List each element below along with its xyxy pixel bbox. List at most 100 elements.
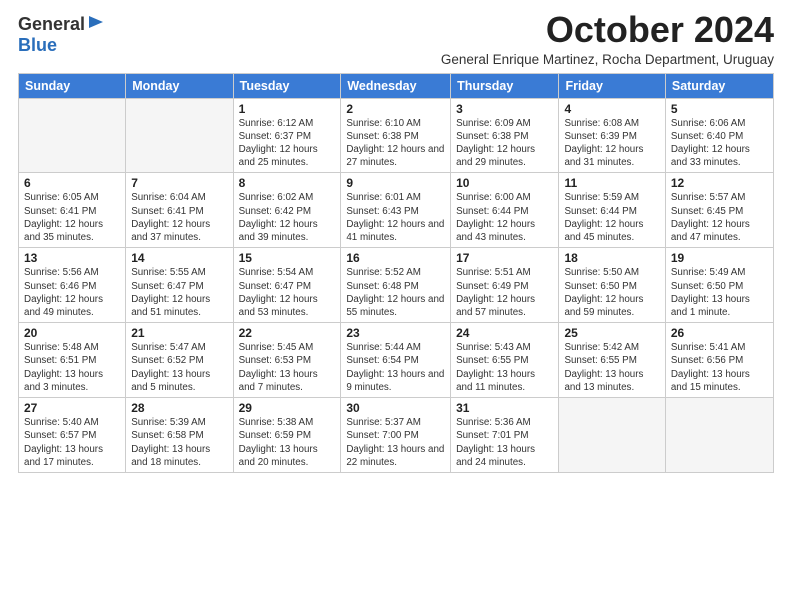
table-row: 20Sunrise: 5:48 AMSunset: 6:51 PMDayligh…: [19, 323, 126, 398]
table-row: 9Sunrise: 6:01 AMSunset: 6:43 PMDaylight…: [341, 173, 451, 248]
day-info: Sunrise: 5:39 AMSunset: 6:58 PMDaylight:…: [131, 416, 227, 469]
day-info: Sunrise: 5:36 AMSunset: 7:01 PMDaylight:…: [456, 416, 553, 469]
day-info: Sunrise: 5:45 AMSunset: 6:53 PMDaylight:…: [239, 341, 336, 394]
day-info: Sunrise: 5:54 AMSunset: 6:47 PMDaylight:…: [239, 266, 336, 319]
table-row: 6Sunrise: 6:05 AMSunset: 6:41 PMDaylight…: [19, 173, 126, 248]
day-number: 20: [24, 326, 120, 340]
day-info: Sunrise: 6:04 AMSunset: 6:41 PMDaylight:…: [131, 191, 227, 244]
table-row: 14Sunrise: 5:55 AMSunset: 6:47 PMDayligh…: [126, 248, 233, 323]
table-row: 30Sunrise: 5:37 AMSunset: 7:00 PMDayligh…: [341, 398, 451, 473]
table-row: [559, 398, 665, 473]
day-info: Sunrise: 6:12 AMSunset: 6:37 PMDaylight:…: [239, 117, 336, 170]
table-row: 28Sunrise: 5:39 AMSunset: 6:58 PMDayligh…: [126, 398, 233, 473]
day-info: Sunrise: 5:48 AMSunset: 6:51 PMDaylight:…: [24, 341, 120, 394]
day-info: Sunrise: 5:55 AMSunset: 6:47 PMDaylight:…: [131, 266, 227, 319]
calendar-table: Sunday Monday Tuesday Wednesday Thursday…: [18, 73, 774, 473]
header: General Blue October 2024 General Enriqu…: [18, 10, 774, 67]
day-info: Sunrise: 6:09 AMSunset: 6:38 PMDaylight:…: [456, 117, 553, 170]
day-number: 10: [456, 176, 553, 190]
table-row: 27Sunrise: 5:40 AMSunset: 6:57 PMDayligh…: [19, 398, 126, 473]
table-row: 17Sunrise: 5:51 AMSunset: 6:49 PMDayligh…: [451, 248, 559, 323]
day-number: 17: [456, 251, 553, 265]
table-row: 12Sunrise: 5:57 AMSunset: 6:45 PMDayligh…: [665, 173, 773, 248]
day-info: Sunrise: 6:01 AMSunset: 6:43 PMDaylight:…: [346, 191, 445, 244]
day-number: 27: [24, 401, 120, 415]
day-info: Sunrise: 5:37 AMSunset: 7:00 PMDaylight:…: [346, 416, 445, 469]
table-row: 4Sunrise: 6:08 AMSunset: 6:39 PMDaylight…: [559, 98, 665, 173]
table-row: 10Sunrise: 6:00 AMSunset: 6:44 PMDayligh…: [451, 173, 559, 248]
table-row: 1Sunrise: 6:12 AMSunset: 6:37 PMDaylight…: [233, 98, 341, 173]
day-info: Sunrise: 5:57 AMSunset: 6:45 PMDaylight:…: [671, 191, 768, 244]
day-info: Sunrise: 6:00 AMSunset: 6:44 PMDaylight:…: [456, 191, 553, 244]
day-number: 5: [671, 102, 768, 116]
day-number: 15: [239, 251, 336, 265]
day-number: 3: [456, 102, 553, 116]
table-row: 23Sunrise: 5:44 AMSunset: 6:54 PMDayligh…: [341, 323, 451, 398]
calendar-header-row: Sunday Monday Tuesday Wednesday Thursday…: [19, 73, 774, 98]
table-row: 31Sunrise: 5:36 AMSunset: 7:01 PMDayligh…: [451, 398, 559, 473]
day-number: 19: [671, 251, 768, 265]
table-row: 15Sunrise: 5:54 AMSunset: 6:47 PMDayligh…: [233, 248, 341, 323]
calendar-week-row: 27Sunrise: 5:40 AMSunset: 6:57 PMDayligh…: [19, 398, 774, 473]
day-number: 18: [564, 251, 659, 265]
day-info: Sunrise: 5:43 AMSunset: 6:55 PMDaylight:…: [456, 341, 553, 394]
table-row: 29Sunrise: 5:38 AMSunset: 6:59 PMDayligh…: [233, 398, 341, 473]
table-row: [665, 398, 773, 473]
col-monday: Monday: [126, 73, 233, 98]
table-row: 19Sunrise: 5:49 AMSunset: 6:50 PMDayligh…: [665, 248, 773, 323]
day-info: Sunrise: 5:59 AMSunset: 6:44 PMDaylight:…: [564, 191, 659, 244]
day-number: 6: [24, 176, 120, 190]
logo-general: General: [18, 15, 85, 35]
title-section: October 2024 General Enrique Martinez, R…: [441, 10, 774, 67]
calendar-week-row: 6Sunrise: 6:05 AMSunset: 6:41 PMDaylight…: [19, 173, 774, 248]
day-number: 22: [239, 326, 336, 340]
day-number: 25: [564, 326, 659, 340]
day-number: 23: [346, 326, 445, 340]
day-info: Sunrise: 5:42 AMSunset: 6:55 PMDaylight:…: [564, 341, 659, 394]
day-number: 1: [239, 102, 336, 116]
table-row: 22Sunrise: 5:45 AMSunset: 6:53 PMDayligh…: [233, 323, 341, 398]
table-row: 5Sunrise: 6:06 AMSunset: 6:40 PMDaylight…: [665, 98, 773, 173]
day-number: 16: [346, 251, 445, 265]
col-thursday: Thursday: [451, 73, 559, 98]
day-number: 31: [456, 401, 553, 415]
day-info: Sunrise: 5:47 AMSunset: 6:52 PMDaylight:…: [131, 341, 227, 394]
table-row: 7Sunrise: 6:04 AMSunset: 6:41 PMDaylight…: [126, 173, 233, 248]
table-row: 11Sunrise: 5:59 AMSunset: 6:44 PMDayligh…: [559, 173, 665, 248]
day-number: 7: [131, 176, 227, 190]
calendar-week-row: 1Sunrise: 6:12 AMSunset: 6:37 PMDaylight…: [19, 98, 774, 173]
table-row: 3Sunrise: 6:09 AMSunset: 6:38 PMDaylight…: [451, 98, 559, 173]
page: General Blue October 2024 General Enriqu…: [0, 0, 792, 612]
day-info: Sunrise: 6:02 AMSunset: 6:42 PMDaylight:…: [239, 191, 336, 244]
day-number: 30: [346, 401, 445, 415]
table-row: [19, 98, 126, 173]
day-info: Sunrise: 6:08 AMSunset: 6:39 PMDaylight:…: [564, 117, 659, 170]
day-info: Sunrise: 5:49 AMSunset: 6:50 PMDaylight:…: [671, 266, 768, 319]
col-wednesday: Wednesday: [341, 73, 451, 98]
day-number: 24: [456, 326, 553, 340]
day-number: 4: [564, 102, 659, 116]
day-number: 29: [239, 401, 336, 415]
day-info: Sunrise: 6:10 AMSunset: 6:38 PMDaylight:…: [346, 117, 445, 170]
table-row: 16Sunrise: 5:52 AMSunset: 6:48 PMDayligh…: [341, 248, 451, 323]
day-info: Sunrise: 6:06 AMSunset: 6:40 PMDaylight:…: [671, 117, 768, 170]
table-row: [126, 98, 233, 173]
table-row: 2Sunrise: 6:10 AMSunset: 6:38 PMDaylight…: [341, 98, 451, 173]
table-row: 8Sunrise: 6:02 AMSunset: 6:42 PMDaylight…: [233, 173, 341, 248]
table-row: 13Sunrise: 5:56 AMSunset: 6:46 PMDayligh…: [19, 248, 126, 323]
table-row: 24Sunrise: 5:43 AMSunset: 6:55 PMDayligh…: [451, 323, 559, 398]
day-info: Sunrise: 5:51 AMSunset: 6:49 PMDaylight:…: [456, 266, 553, 319]
day-number: 12: [671, 176, 768, 190]
col-saturday: Saturday: [665, 73, 773, 98]
title-month: October 2024: [441, 10, 774, 50]
day-info: Sunrise: 5:52 AMSunset: 6:48 PMDaylight:…: [346, 266, 445, 319]
logo-blue: Blue: [18, 35, 57, 55]
day-info: Sunrise: 5:38 AMSunset: 6:59 PMDaylight:…: [239, 416, 336, 469]
day-info: Sunrise: 5:50 AMSunset: 6:50 PMDaylight:…: [564, 266, 659, 319]
table-row: 26Sunrise: 5:41 AMSunset: 6:56 PMDayligh…: [665, 323, 773, 398]
col-sunday: Sunday: [19, 73, 126, 98]
day-number: 21: [131, 326, 227, 340]
logo-icon: [87, 14, 105, 36]
col-tuesday: Tuesday: [233, 73, 341, 98]
title-location: General Enrique Martinez, Rocha Departme…: [441, 52, 774, 67]
